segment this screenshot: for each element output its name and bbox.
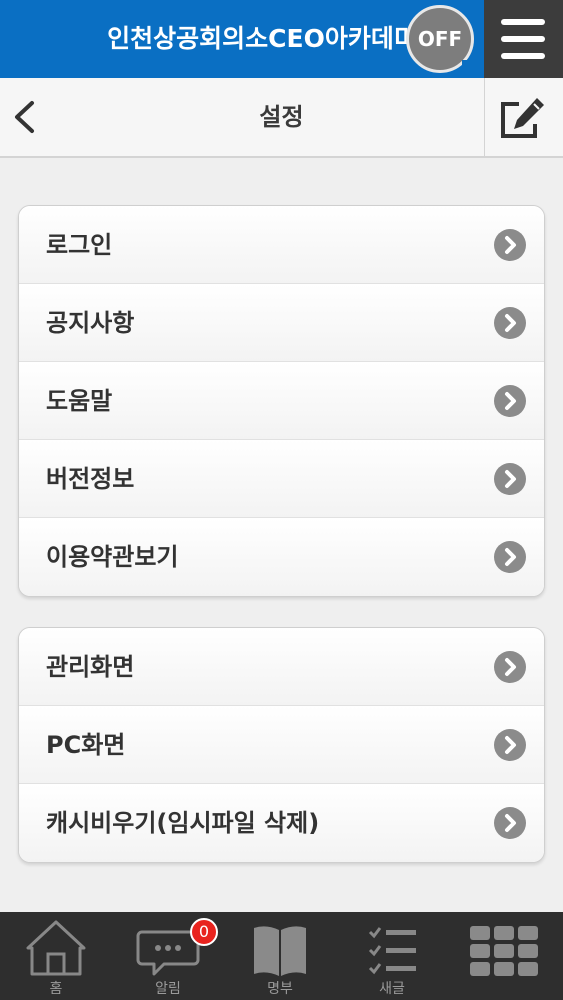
chevron-right-icon [494,807,526,839]
list-item-login[interactable]: 로그인 [19,206,544,284]
list-item-label: 로그인 [46,231,113,259]
list-item-label: 관리화면 [46,653,135,681]
list-item-help[interactable]: 도움말 [19,362,544,440]
list-item-pc-view[interactable]: PC화면 [19,706,544,784]
chevron-right-icon [494,729,526,761]
page-title: 설정 [259,103,304,131]
list-item-label: 캐시비우기(임시파일 삭제) [46,809,320,837]
list-item-clear-cache[interactable]: 캐시비우기(임시파일 삭제) [19,784,544,862]
settings-list-admin: 관리화면 PC화면 캐시비우기(임시파일 삭제) [18,627,545,863]
chevron-right-icon [494,651,526,683]
settings-header: 설정 [0,78,563,158]
list-item-notice[interactable]: 공지사항 [19,284,544,362]
settings-list-main: 로그인 공지사항 도움말 버전정보 이용약관보기 [18,205,545,597]
list-item-terms[interactable]: 이용약관보기 [19,518,544,596]
chevron-right-icon [494,463,526,495]
chevron-left-icon [15,101,34,133]
list-item-version[interactable]: 버전정보 [19,440,544,518]
book-icon [254,926,306,976]
nav-label: 알림 [155,981,181,997]
chevron-right-icon [494,541,526,573]
hamburger-icon [501,19,545,25]
nav-label: 명부 [267,981,293,997]
bottom-navigation: 홈 0 알림 명부 새글 [0,912,563,1000]
list-item-label: PC화면 [46,731,126,759]
checklist-icon [368,927,416,975]
nav-all-menu[interactable] [448,912,560,1000]
list-item-admin[interactable]: 관리화면 [19,628,544,706]
back-button[interactable] [0,78,60,156]
grid-menu-icon [470,926,538,976]
hamburger-menu-button[interactable] [484,0,563,78]
list-item-label: 이용약관보기 [46,543,179,571]
nav-new-posts[interactable]: 새글 [336,912,448,1000]
hamburger-icon-bar [501,36,545,42]
home-icon [26,920,86,976]
off-toggle-badge[interactable]: OFF [406,5,476,74]
chevron-right-icon [494,385,526,417]
chevron-right-icon [494,307,526,339]
app-header: 인천상공회의소CEO아카데미 OFF [0,0,563,78]
edit-icon [501,98,545,138]
hamburger-icon-bar [501,53,545,59]
nav-label: 홈 [49,981,63,997]
edit-button[interactable] [484,78,563,156]
chevron-right-icon [494,229,526,261]
nav-directory[interactable]: 명부 [224,912,336,1000]
nav-notifications[interactable]: 0 알림 [112,912,224,1000]
list-item-label: 버전정보 [46,465,135,493]
list-item-label: 공지사항 [46,309,135,337]
nav-label: 새글 [379,981,405,997]
list-item-label: 도움말 [46,387,113,415]
notification-count-badge: 0 [190,918,218,946]
nav-home[interactable]: 홈 [0,912,112,1000]
